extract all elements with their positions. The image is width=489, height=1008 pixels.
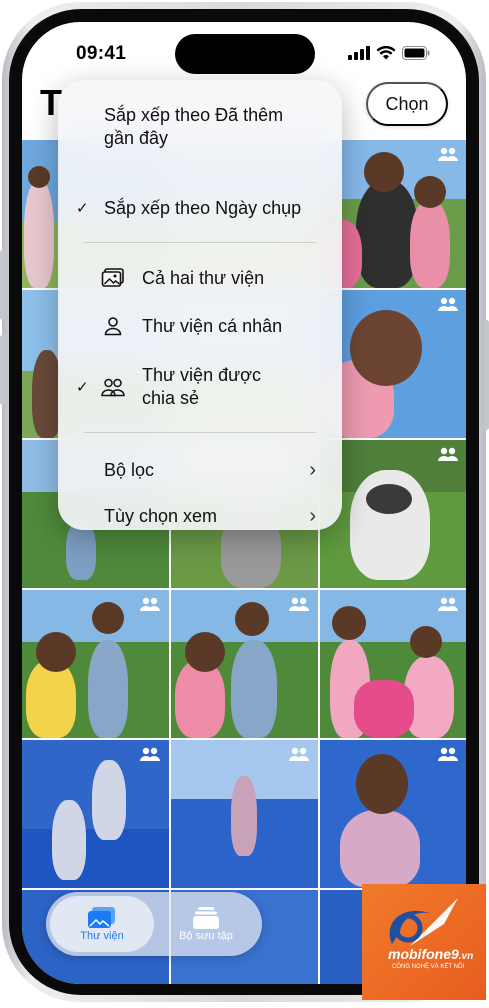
menu-item-label: Thư viện cá nhân — [142, 315, 283, 336]
checkmark-icon: ✓ — [76, 378, 89, 396]
status-bar: 09:41 — [22, 22, 466, 86]
shared-library-icon — [438, 597, 458, 611]
tab-collections[interactable]: Bộ sưu tập — [154, 896, 258, 952]
menu-divider — [84, 432, 316, 433]
cellular-signal-icon — [348, 46, 370, 60]
photo-tile[interactable] — [320, 590, 466, 738]
photos-stack-icon — [100, 267, 126, 289]
menu-item-sort-recently-added[interactable]: Sắp xếp theo Đã thêm gần đây — [58, 102, 342, 152]
brand-watermark: mobifone9.vn CÔNG NGHỆ VÀ KẾT NỐI — [362, 884, 486, 1000]
menu-item-sort-date-captured[interactable]: ✓ Sắp xếp theo Ngày chụp — [58, 196, 342, 220]
watermark-tagline: CÔNG NGHỆ VÀ KẾT NỐI — [392, 964, 465, 970]
shared-library-icon — [289, 747, 309, 761]
people-icon — [100, 376, 126, 398]
menu-item-label: Bộ lọc — [104, 459, 155, 480]
tab-library[interactable]: Thư viện — [50, 896, 154, 952]
status-icons — [348, 46, 430, 60]
photo-tile[interactable] — [22, 740, 169, 888]
select-button[interactable]: Chọn — [366, 82, 448, 126]
side-button — [0, 250, 5, 320]
battery-icon — [402, 46, 430, 60]
shared-library-icon — [140, 597, 160, 611]
tab-bar: Thư viện Bộ sưu tập — [46, 892, 262, 956]
photo-tile[interactable] — [22, 590, 169, 738]
watermark-brand: mobifone9.vn — [388, 946, 474, 962]
photo-library-icon — [88, 907, 115, 928]
photo-tile[interactable] — [320, 740, 466, 888]
menu-item-personal-library[interactable]: Thư viện cá nhân — [58, 314, 342, 338]
status-time: 09:41 — [76, 43, 127, 64]
menu-item-both-libraries[interactable]: Cả hai thư viện — [58, 266, 342, 290]
menu-item-label: Sắp xếp theo Đã thêm gần đây — [104, 105, 284, 148]
collections-icon — [193, 907, 219, 929]
menu-item-label: Cả hai thư viện — [142, 267, 265, 288]
side-button — [0, 335, 5, 405]
menu-item-view-options[interactable]: Tùy chọn xem › — [58, 504, 342, 528]
shared-library-icon — [438, 447, 458, 461]
shared-library-icon — [289, 597, 309, 611]
menu-item-label: Thư viện được chia sẻ — [142, 365, 261, 408]
menu-item-label: Tùy chọn xem — [104, 505, 218, 526]
photo-tile[interactable] — [171, 590, 318, 738]
shared-library-icon — [438, 747, 458, 761]
dynamic-island — [175, 34, 315, 74]
shared-library-icon — [438, 147, 458, 161]
logo-swoosh-icon — [389, 898, 458, 946]
menu-divider — [84, 242, 316, 243]
menu-item-label: Sắp xếp theo Ngày chụp — [104, 197, 302, 218]
power-button — [484, 320, 489, 430]
shared-library-icon — [438, 297, 458, 311]
screen: 09:41 T Chọn Sắp xếp theo Đã thêm gần đâ… — [22, 22, 466, 984]
tab-label: Thư viện — [80, 930, 124, 942]
person-icon — [100, 315, 126, 337]
tab-label: Bộ sưu tập — [179, 930, 233, 942]
checkmark-icon: ✓ — [76, 199, 89, 217]
wifi-icon — [376, 46, 396, 60]
shared-library-icon — [140, 747, 160, 761]
menu-item-filter[interactable]: Bộ lọc › — [58, 458, 342, 482]
chevron-right-icon: › — [309, 504, 316, 527]
photo-tile[interactable] — [171, 740, 318, 888]
sort-filter-menu: Sắp xếp theo Đã thêm gần đây ✓ Sắp xếp t… — [58, 80, 342, 530]
chevron-right-icon: › — [309, 458, 316, 481]
menu-item-shared-library[interactable]: ✓ Thư viện được chia sẻ — [58, 362, 342, 412]
